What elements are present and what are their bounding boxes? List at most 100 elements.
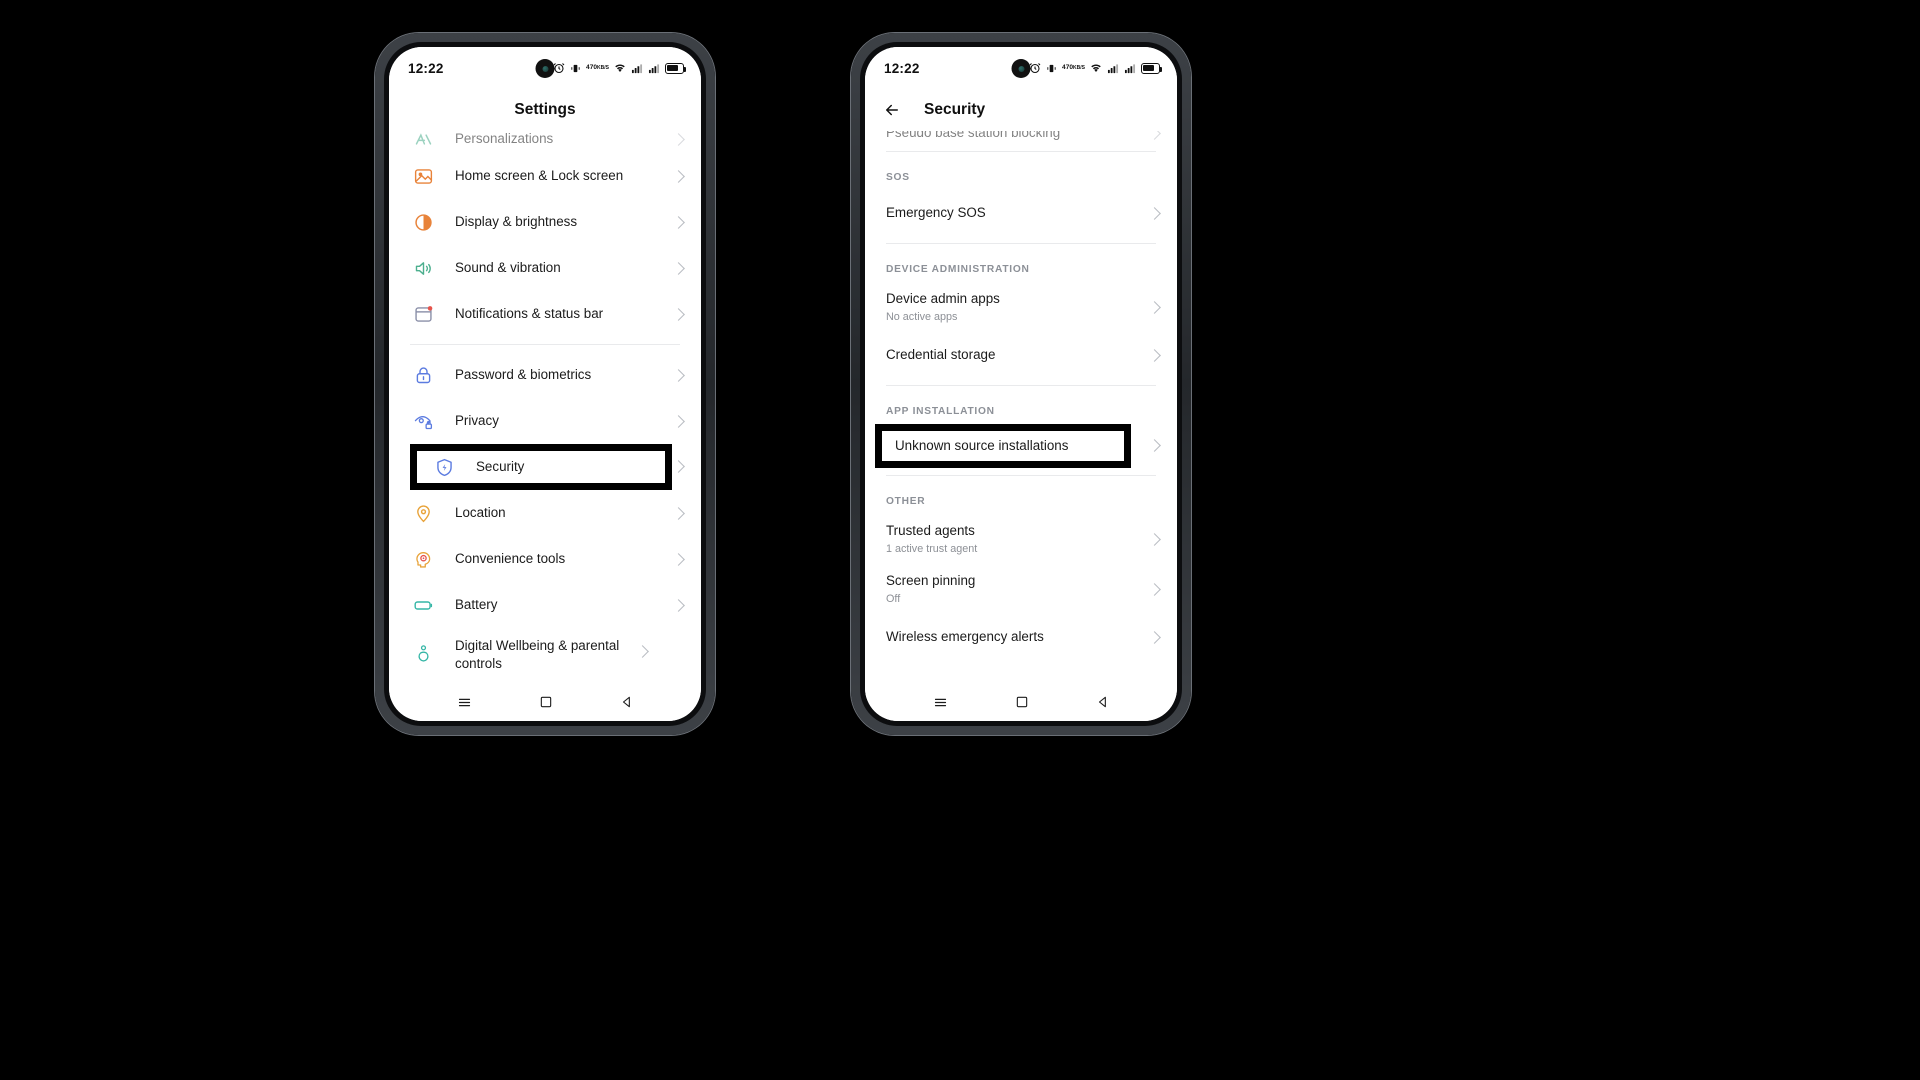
list-item-label: Personalizations — [455, 131, 554, 147]
status-bar-clock: 12:22 — [408, 60, 444, 76]
chevron-right-icon — [672, 460, 685, 473]
alarm-icon — [1029, 62, 1041, 74]
battery-icon — [1141, 62, 1163, 74]
back-icon[interactable] — [1096, 695, 1110, 709]
alarm-icon — [553, 62, 565, 74]
status-bar-clock: 12:22 — [884, 60, 920, 76]
list-item-label: Display & brightness — [455, 214, 578, 230]
security-row-wrapper: Security — [389, 444, 701, 490]
list-item-password-biometrics[interactable]: Password & biometrics — [389, 352, 701, 398]
phone-mockup-right: 12:22 470 KB/S Security Pseudo base stat… — [851, 33, 1191, 735]
list-item-label: Device admin apps — [886, 290, 1000, 306]
section-divider — [886, 151, 1156, 152]
list-item-label: Screen pinning — [886, 572, 976, 588]
list-item-label: Privacy — [455, 413, 499, 429]
chevron-right-icon — [672, 506, 685, 520]
list-item-location[interactable]: Location — [389, 490, 701, 536]
list-item-notifications-status-bar[interactable]: Notifications & status bar — [389, 291, 701, 337]
list-item-emergency-sos[interactable]: Emergency SOS — [865, 190, 1177, 236]
list-item-digital-wellbeing[interactable]: Digital Wellbeing & parental controls — [389, 628, 701, 674]
menu-icon[interactable] — [457, 695, 472, 710]
section-header-sos: SOS — [886, 172, 910, 183]
list-item-sound-vibration[interactable]: Sound & vibration — [389, 245, 701, 291]
status-bar: 12:22 470 KB/S — [865, 47, 1177, 89]
settings-list: Personalizations Home screen & Lock scre… — [389, 131, 701, 683]
list-item-trusted-agents[interactable]: Trusted agents 1 active trust agent — [865, 514, 1177, 564]
list-item-subtitle: 1 active trust agent — [886, 542, 978, 555]
display-brightness-icon — [410, 209, 436, 235]
list-item-pseudo-base-station[interactable]: Pseudo base station blocking — [865, 131, 1177, 144]
notifications-icon — [410, 301, 436, 327]
list-item-label: Wireless emergency alerts — [886, 629, 1044, 645]
list-item-subtitle: Off — [886, 592, 901, 605]
vibrate-icon — [570, 63, 581, 74]
page-title: Security — [924, 101, 986, 118]
convenience-tools-icon — [410, 546, 436, 572]
list-item-subtitle: No active apps — [886, 310, 958, 323]
chevron-right-icon — [1148, 532, 1161, 546]
signal-icon — [1107, 63, 1119, 74]
chevron-right-icon — [1148, 348, 1161, 362]
unknown-source-row-wrapper: Unknown source installations — [865, 424, 1177, 468]
chevron-right-icon — [672, 368, 685, 382]
list-item-label: Unknown source installations — [895, 438, 1069, 454]
signal2-icon — [648, 63, 660, 74]
list-item-credential-storage[interactable]: Credential storage — [865, 332, 1177, 378]
section-divider — [410, 344, 680, 345]
list-item-battery[interactable]: Battery — [389, 582, 701, 628]
phone-bezel: 12:22 470 KB/S — [384, 42, 706, 726]
list-item-label-group: Screen pinning Off — [886, 572, 1142, 606]
home-lock-screen-icon — [410, 163, 436, 189]
phone-screen-settings: 12:22 470 KB/S Settings Personalizations… — [389, 47, 701, 721]
signal2-icon — [1124, 63, 1136, 74]
back-icon[interactable] — [620, 695, 634, 709]
back-arrow-icon[interactable] — [882, 100, 902, 120]
status-bar: 12:22 470 KB/S — [389, 47, 701, 89]
list-item-label: Credential storage — [886, 347, 996, 363]
section-divider — [886, 385, 1156, 386]
chevron-right-icon — [672, 414, 685, 428]
chevron-right-icon — [672, 307, 685, 321]
chevron-right-icon — [672, 132, 685, 146]
list-item-label: Password & biometrics — [455, 367, 592, 383]
list-item-screen-pinning[interactable]: Screen pinning Off — [865, 564, 1177, 614]
password-biometrics-icon — [410, 362, 436, 388]
chevron-right-icon — [1148, 206, 1161, 220]
list-item-label: Emergency SOS — [886, 205, 986, 221]
home-icon[interactable] — [539, 695, 553, 709]
chevron-right-icon — [1148, 582, 1161, 596]
menu-icon[interactable] — [933, 695, 948, 710]
list-item-label: Convenience tools — [455, 551, 566, 567]
list-item-label: Trusted agents — [886, 522, 975, 538]
list-item-convenience-tools[interactable]: Convenience tools — [389, 536, 701, 582]
list-item-display-brightness[interactable]: Display & brightness — [389, 199, 701, 245]
sound-vibration-icon — [410, 255, 436, 281]
vibrate-icon — [1046, 63, 1057, 74]
security-list: Pseudo base station blocking SOS Emergen… — [865, 131, 1177, 683]
list-item-label: Battery — [455, 597, 498, 613]
list-item-personalizations[interactable]: Personalizations — [389, 131, 701, 153]
list-item-wireless-emergency-alerts[interactable]: Wireless emergency alerts — [865, 614, 1177, 660]
phone-mockup-left: 12:22 470 KB/S Settings Personalizations… — [375, 33, 715, 735]
list-item-home-lock-screen[interactable]: Home screen & Lock screen — [389, 153, 701, 199]
section-header-other: OTHER — [886, 496, 926, 507]
list-item-security[interactable]: Security — [417, 444, 665, 490]
list-item-label: Location — [455, 505, 506, 521]
personalizations-icon — [410, 131, 436, 152]
list-item-label-group: Trusted agents 1 active trust agent — [886, 522, 1142, 556]
list-item-privacy[interactable]: Privacy — [389, 398, 701, 444]
chevron-right-icon — [672, 598, 685, 612]
navigation-bar — [389, 683, 701, 721]
status-bar-icons: 470 KB/S — [553, 62, 687, 74]
security-icon — [431, 454, 457, 480]
home-icon[interactable] — [1015, 695, 1029, 709]
list-item-label: Home screen & Lock screen — [455, 168, 624, 184]
chevron-right-icon — [636, 645, 649, 658]
camera-punch-hole — [1011, 59, 1031, 78]
list-item-device-admin-apps[interactable]: Device admin apps No active apps — [865, 282, 1177, 332]
chevron-right-icon — [672, 261, 685, 275]
list-item-label-group: Device admin apps No active apps — [886, 290, 1142, 324]
privacy-icon — [410, 408, 436, 434]
list-item-unknown-source-installations[interactable]: Unknown source installations — [882, 423, 1124, 469]
chevron-right-icon — [1148, 439, 1161, 452]
